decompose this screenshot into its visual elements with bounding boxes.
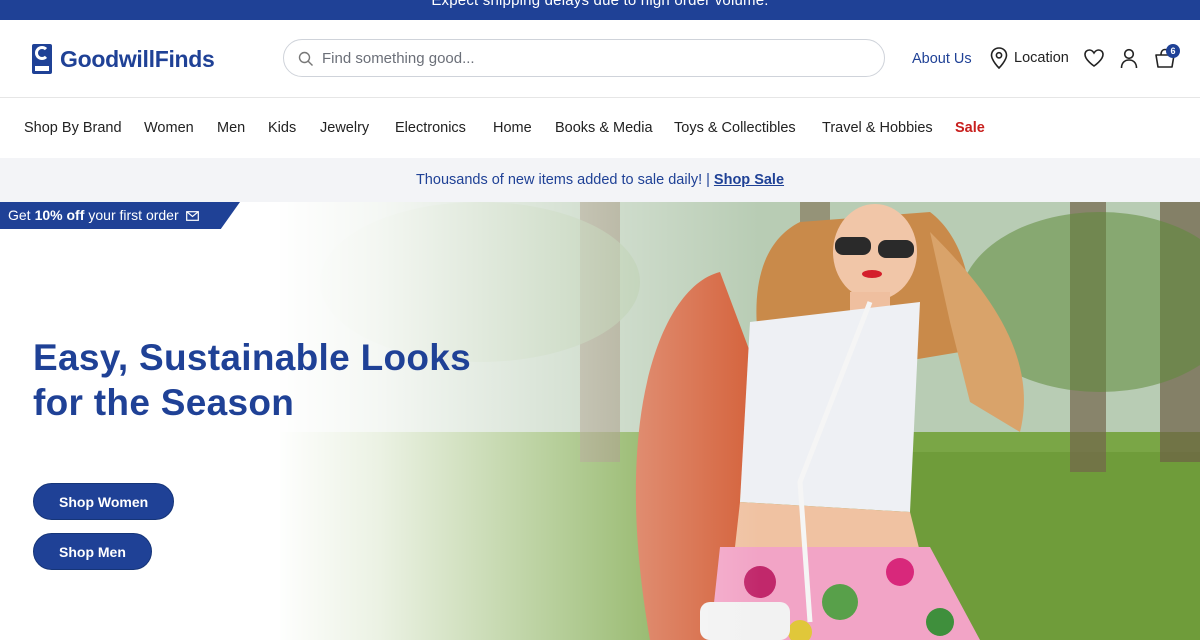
- nav-jewelry[interactable]: Jewelry: [320, 120, 369, 136]
- hero-title: Easy, Sustainable Looks for the Season: [33, 337, 472, 423]
- logo-text: GoodwillFinds: [60, 45, 215, 72]
- search-input[interactable]: [322, 49, 862, 67]
- cart-count-badge: 6: [1166, 44, 1180, 58]
- nav-kids[interactable]: Kids: [268, 120, 296, 136]
- site-logo[interactable]: GoodwillFinds: [32, 43, 215, 75]
- nav-travel-hobbies[interactable]: Travel & Hobbies: [822, 120, 933, 136]
- location-pin-icon: [990, 47, 1008, 69]
- nav-electronics[interactable]: Electronics: [395, 120, 466, 136]
- nav-women[interactable]: Women: [144, 120, 194, 136]
- about-us-link[interactable]: About Us: [912, 51, 972, 67]
- location-link[interactable]: Location: [990, 47, 1069, 69]
- nav-men[interactable]: Men: [217, 120, 245, 136]
- nav-home[interactable]: Home: [493, 120, 532, 136]
- nav-books-media[interactable]: Books & Media: [555, 120, 653, 136]
- announcement-text: Expect shipping delays due to high order…: [431, 0, 769, 9]
- promo-prefix: Get: [8, 207, 31, 223]
- promo-suffix: your first order: [88, 207, 179, 223]
- heart-icon[interactable]: [1083, 47, 1105, 69]
- nav-sale[interactable]: Sale: [955, 120, 985, 136]
- sale-banner-text: Thousands of new items added to sale dai…: [415, 172, 714, 188]
- hero-banner: Get 10% off your first order Easy, Susta…: [0, 202, 1200, 640]
- user-icon[interactable]: [1118, 47, 1140, 69]
- promo-tab[interactable]: Get 10% off your first order: [0, 202, 240, 229]
- goodwill-logo-icon: [32, 44, 52, 74]
- nav-toys-collectibles[interactable]: Toys & Collectibles: [674, 120, 796, 136]
- nav-shop-by-brand[interactable]: Shop By Brand: [24, 120, 122, 136]
- search-icon: [298, 51, 313, 66]
- location-label: Location: [1014, 50, 1069, 66]
- category-nav: Shop By Brand Women Men Kids Jewelry Ele…: [0, 98, 1200, 158]
- search-bar[interactable]: [283, 39, 885, 77]
- announcement-bar: Expect shipping delays due to high order…: [0, 0, 1200, 20]
- shop-women-button[interactable]: Shop Women: [33, 483, 175, 520]
- promo-highlight: 10% off: [34, 207, 85, 223]
- sale-banner: Thousands of new items added to sale dai…: [0, 158, 1200, 202]
- shop-men-button[interactable]: Shop Men: [33, 533, 152, 570]
- site-header: GoodwillFinds About Us Location 6: [0, 20, 1200, 98]
- shop-sale-link[interactable]: Shop Sale: [714, 172, 784, 188]
- mail-icon: [185, 210, 199, 221]
